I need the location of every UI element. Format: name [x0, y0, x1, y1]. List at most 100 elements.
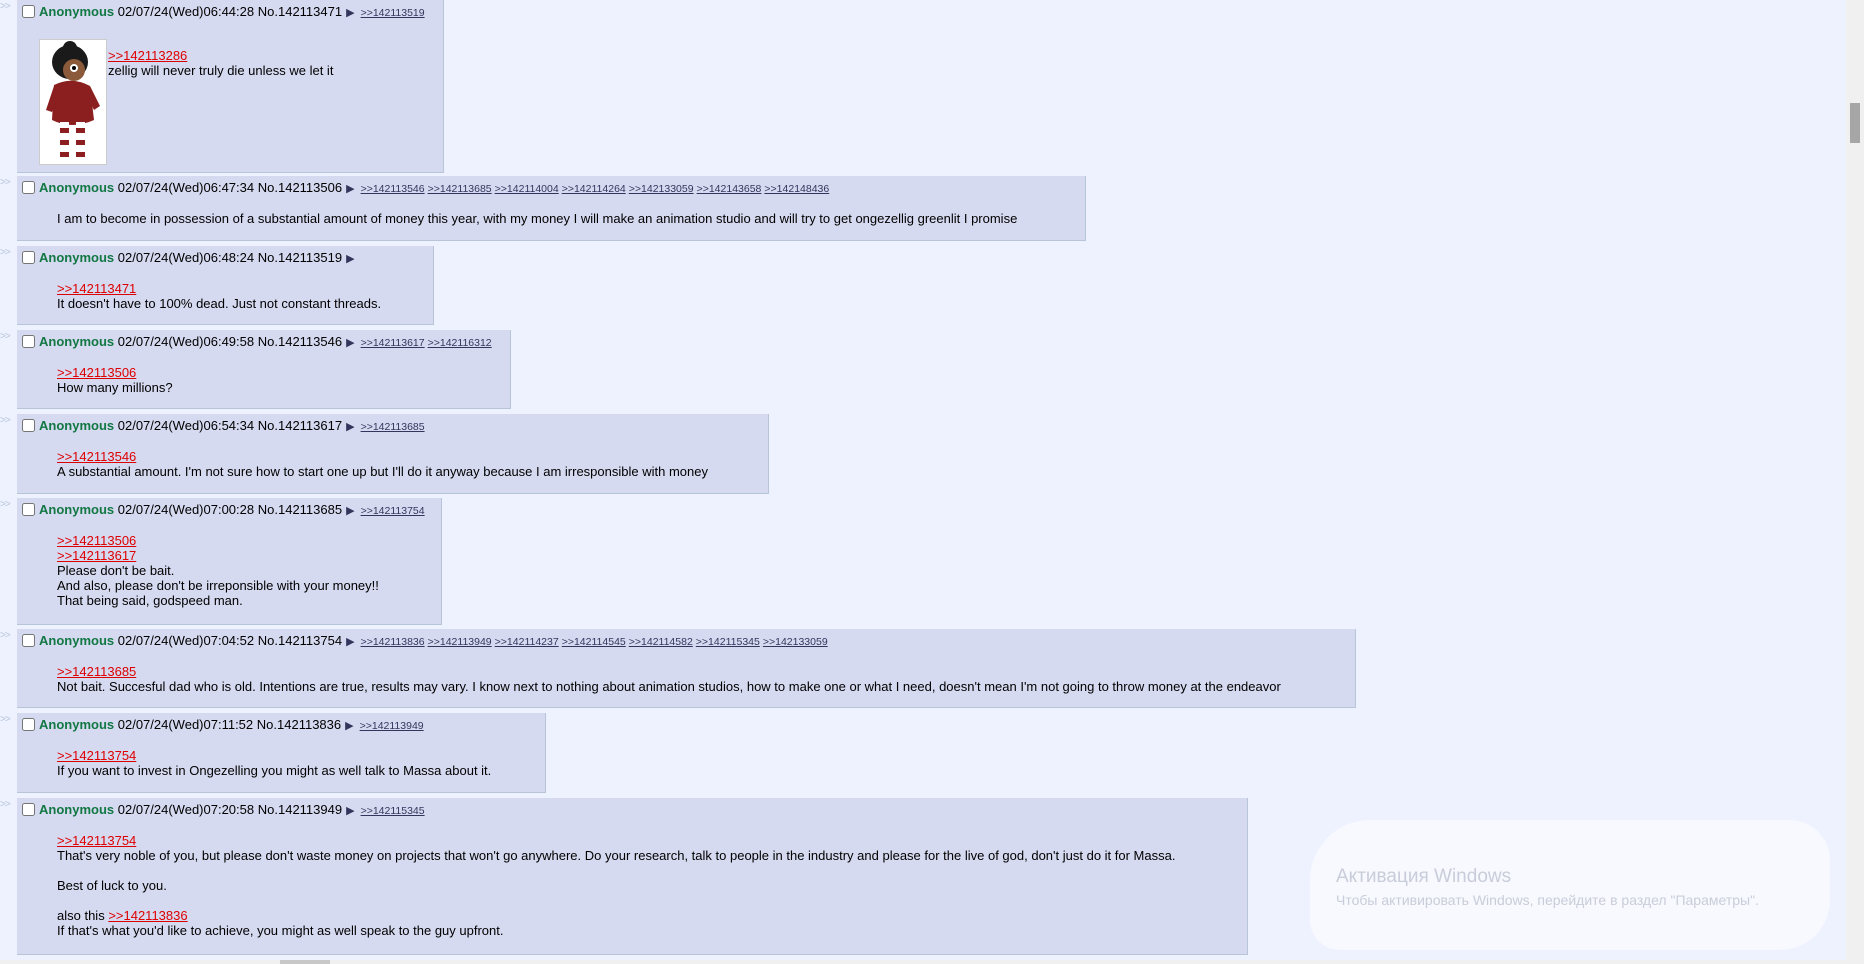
message-line: zellig will never truly die unless we le…: [108, 63, 333, 78]
backlink[interactable]: >>142133059: [763, 636, 828, 648]
backlink[interactable]: >>142148436: [764, 183, 829, 195]
post-datetime: 02/07/24(Wed)07:11:52: [117, 717, 254, 732]
backlink[interactable]: >>142114582: [629, 636, 693, 648]
poster-name: Anonymous: [39, 802, 115, 817]
post-number[interactable]: No.142113754: [258, 633, 342, 648]
message-line: Please don't be bait.: [57, 563, 379, 578]
backlink[interactable]: >>142113836: [361, 636, 425, 648]
quote-link[interactable]: >>142113685: [57, 664, 136, 679]
poster-name: Anonymous: [39, 633, 115, 648]
post-menu-triangle-icon[interactable]: ▶: [346, 183, 354, 195]
quote-link[interactable]: >>142113471: [57, 281, 136, 296]
activation-subtitle: Чтобы активировать Windows, перейдите в …: [1336, 892, 1759, 908]
post-menu-triangle-icon[interactable]: ▶: [346, 421, 354, 433]
reply-post: Anonymous 02/07/24(Wed)07:00:28 No.14211…: [17, 498, 442, 625]
post-menu-triangle-icon[interactable]: ▶: [346, 805, 354, 817]
post-message: >>142113506 How many millions?: [57, 365, 173, 395]
horizontal-scrollbar-thumb[interactable]: [280, 960, 330, 964]
quote-link[interactable]: >>142113617: [57, 548, 136, 563]
post-number[interactable]: No.142113546: [258, 334, 342, 349]
backlink[interactable]: >>142113949: [428, 636, 492, 648]
reply-post: Anonymous 02/07/24(Wed)06:44:28 No.14211…: [17, 0, 444, 173]
backlink[interactable]: >>142113949: [360, 720, 424, 732]
message-text: I am to become in possession of a substa…: [57, 211, 1018, 226]
quote-link[interactable]: >>142113754: [57, 748, 136, 763]
message-text: also this: [57, 908, 109, 923]
backlink[interactable]: >>142114004: [495, 183, 559, 195]
post-number[interactable]: No.142113617: [258, 418, 342, 433]
backlink[interactable]: >>142113685: [428, 183, 492, 195]
message-line: >>142113617: [57, 548, 379, 563]
backlink[interactable]: >>142114545: [562, 636, 626, 648]
post-menu-triangle-icon[interactable]: ▶: [346, 636, 354, 648]
message-text: It doesn't have to 100% dead. Just not c…: [57, 296, 382, 311]
post-checkbox[interactable]: [22, 419, 35, 432]
backlink[interactable]: >>142133059: [629, 183, 694, 195]
post-checkbox[interactable]: [22, 634, 35, 647]
message-line: >>142113506: [57, 533, 379, 548]
post-datetime: 02/07/24(Wed)06:48:24: [117, 250, 255, 265]
message-text: Best of luck to you.: [57, 878, 167, 893]
quote-link[interactable]: >>142113286: [108, 48, 187, 63]
post-menu-triangle-icon[interactable]: ▶: [346, 7, 354, 19]
post-image-thumbnail[interactable]: [39, 39, 107, 165]
message-line: >>142113685: [57, 664, 1281, 679]
backlink[interactable]: >>142113754: [361, 505, 425, 517]
scrollbar-thumb[interactable]: [1850, 103, 1860, 143]
message-line: >>142113286: [108, 48, 333, 63]
post-checkbox[interactable]: [22, 5, 35, 18]
backlink[interactable]: >>142115345: [361, 805, 425, 817]
post-checkbox[interactable]: [22, 251, 35, 264]
backlink[interactable]: >>142113685: [361, 421, 425, 433]
message-line: [57, 893, 1175, 908]
backlink[interactable]: >>142143658: [697, 183, 762, 195]
reply-post: Anonymous 02/07/24(Wed)07:11:52 No.14211…: [17, 713, 546, 793]
backlink[interactable]: >>142114264: [562, 183, 626, 195]
post-info: Anonymous 02/07/24(Wed)07:11:52 No.14211…: [22, 717, 427, 734]
post-number[interactable]: No.142113506: [258, 180, 342, 195]
post-menu-triangle-icon[interactable]: ▶: [345, 720, 353, 732]
horizontal-scrollbar[interactable]: [0, 960, 1846, 964]
message-text: Not bait. Succesful dad who is old. Inte…: [57, 679, 1281, 694]
post-number[interactable]: No.142113471: [258, 4, 342, 19]
message-text: That's very noble of you, but please don…: [57, 848, 1176, 863]
post-menu-triangle-icon[interactable]: ▶: [346, 337, 354, 349]
post-message: >>142113506 >>142113617 Please don't be ba…: [57, 533, 379, 608]
backlink[interactable]: >>142113546: [361, 183, 425, 195]
quote-link[interactable]: >>142113506: [57, 533, 136, 548]
poster-name: Anonymous: [39, 717, 115, 732]
post-info: Anonymous 02/07/24(Wed)07:20:58 No.14211…: [22, 802, 428, 819]
post-checkbox[interactable]: [22, 718, 35, 731]
message-line: It doesn't have to 100% dead. Just not c…: [57, 296, 381, 311]
backlink[interactable]: >>142113519: [361, 7, 425, 19]
message-text: zellig will never truly die unless we le…: [108, 63, 334, 78]
post-menu-triangle-icon[interactable]: ▶: [346, 253, 354, 265]
activation-title: Активация Windows: [1336, 866, 1512, 887]
backlink[interactable]: >>142115345: [696, 636, 760, 648]
post-checkbox[interactable]: [22, 181, 35, 194]
quote-link[interactable]: >>142113506: [57, 365, 136, 380]
poster-name: Anonymous: [39, 180, 115, 195]
backlink[interactable]: >>142114237: [495, 636, 559, 648]
windows-activation-watermark: Активация Windows Чтобы активировать Win…: [1336, 866, 1759, 908]
post-number[interactable]: No.142113685: [258, 502, 342, 517]
post-number[interactable]: No.142113836: [257, 717, 341, 732]
backlink[interactable]: >>142113617: [361, 337, 425, 349]
quote-link[interactable]: >>142113546: [57, 449, 136, 464]
post-number[interactable]: No.142113949: [258, 802, 342, 817]
quote-link[interactable]: >>142113754: [57, 833, 136, 848]
post-info: Anonymous 02/07/24(Wed)07:00:28 No.14211…: [22, 502, 428, 519]
post-number[interactable]: No.142113519: [258, 250, 342, 265]
message-line: >>142113754: [57, 748, 491, 763]
post-checkbox[interactable]: [22, 335, 35, 348]
post-checkbox[interactable]: [22, 503, 35, 516]
vertical-scrollbar[interactable]: [1846, 0, 1864, 964]
message-line: also this >>142113836: [57, 908, 1175, 923]
post-checkbox[interactable]: [22, 803, 35, 816]
backlink[interactable]: >>142116312: [428, 337, 492, 349]
side-arrows: >>: [0, 1, 11, 12]
side-arrows: >>: [0, 499, 11, 510]
post-menu-triangle-icon[interactable]: ▶: [346, 505, 354, 517]
post-datetime: 02/07/24(Wed)06:54:34: [117, 418, 255, 433]
quote-link[interactable]: >>142113836: [108, 908, 187, 923]
